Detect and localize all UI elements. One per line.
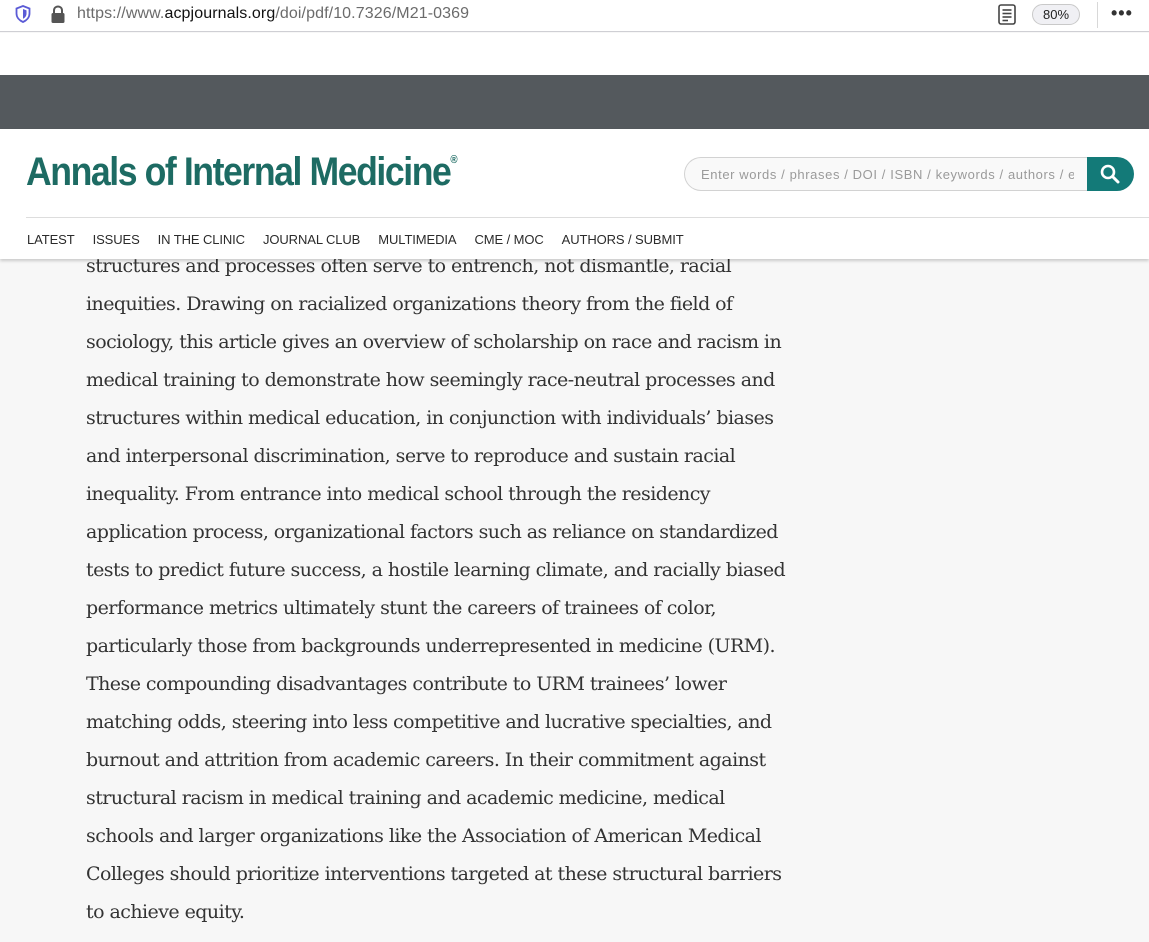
abstract-line: particularly those from backgrounds unde… — [86, 635, 776, 657]
url-text[interactable]: https://www.acpjournals.org/doi/pdf/10.7… — [77, 5, 469, 23]
toolbar-divider — [1097, 2, 1098, 28]
reader-view-icon[interactable] — [998, 4, 1016, 25]
lock-icon[interactable] — [50, 5, 66, 24]
browser-url-bar: https://www.acpjournals.org/doi/pdf/10.7… — [0, 0, 1149, 32]
registered-mark: ® — [450, 154, 458, 166]
abstract-line: Colleges should prioritize interventions… — [86, 863, 782, 885]
abstract-line: structural racism in medical training an… — [86, 787, 725, 809]
site-top-banner — [0, 75, 1149, 129]
abstract-line: application process, organizational fact… — [86, 521, 778, 543]
abstract-line: matching odds, steering into less compet… — [86, 711, 772, 733]
search-icon — [1100, 164, 1120, 184]
search-button[interactable] — [1087, 157, 1134, 191]
url-path: /doi/pdf/10.7326/M21-0369 — [275, 5, 470, 22]
abstract-line: and interpersonal discrimination, serve … — [86, 445, 736, 467]
site-header: Annals of Internal Medicine® LATEST ISSU… — [0, 129, 1149, 259]
tracking-protection-shield-icon[interactable] — [15, 5, 31, 23]
site-search — [684, 157, 1134, 191]
nav-latest[interactable]: LATEST — [27, 232, 75, 247]
search-input[interactable] — [684, 157, 1088, 191]
article-abstract: structures and processes often serve to … — [86, 247, 826, 931]
url-domain: acpjournals.org — [164, 5, 276, 22]
nav-authors-submit[interactable]: AUTHORS / SUBMIT — [562, 232, 684, 247]
nav-multimedia[interactable]: MULTIMEDIA — [378, 232, 456, 247]
abstract-line: tests to predict future success, a hosti… — [86, 559, 786, 581]
journal-logo[interactable]: Annals of Internal Medicine® — [26, 150, 458, 195]
abstract-line: These compounding disadvantages contribu… — [86, 673, 727, 695]
abstract-line: medical training to demonstrate how seem… — [86, 369, 775, 391]
abstract-line: burnout and attrition from academic care… — [86, 749, 766, 771]
abstract-line: inequities. Drawing on racialized organi… — [86, 293, 733, 315]
main-nav: LATEST ISSUES IN THE CLINIC JOURNAL CLUB… — [27, 232, 702, 247]
url-prefix: https://www. — [77, 5, 165, 22]
abstract-line: sociology, this article gives an overvie… — [86, 331, 782, 353]
header-divider — [26, 217, 1149, 218]
abstract-line: inequality. From entrance into medical s… — [86, 483, 711, 505]
nav-issues[interactable]: ISSUES — [93, 232, 140, 247]
abstract-line: schools and larger organizations like th… — [86, 825, 762, 847]
nav-cme-moc[interactable]: CME / MOC — [474, 232, 543, 247]
logo-text: Annals of Internal Medicine — [26, 150, 452, 194]
abstract-line: performance metrics ultimately stunt the… — [86, 597, 717, 619]
more-actions-icon[interactable]: ••• — [1111, 2, 1135, 26]
abstract-line: structures within medical education, in … — [86, 407, 774, 429]
nav-in-the-clinic[interactable]: IN THE CLINIC — [158, 232, 245, 247]
abstract-line: to achieve equity. — [86, 901, 245, 923]
nav-journal-club[interactable]: JOURNAL CLUB — [263, 232, 360, 247]
page-top-strip — [0, 33, 1149, 75]
zoom-level-button[interactable]: 80% — [1032, 4, 1080, 25]
